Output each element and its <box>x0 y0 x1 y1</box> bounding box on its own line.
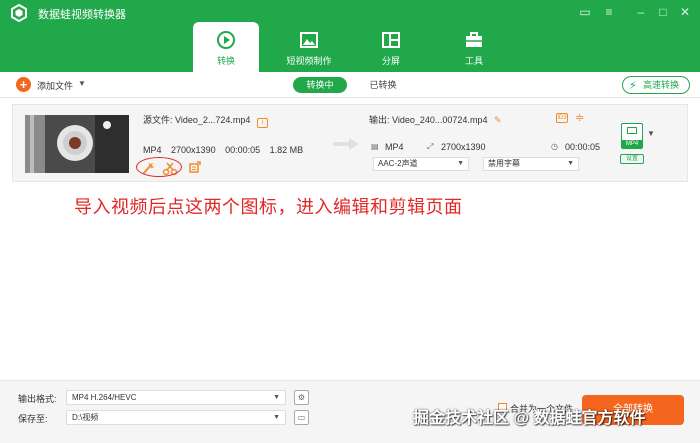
highlight-ellipse <box>136 157 182 177</box>
menu-icon[interactable]: ≡ <box>600 3 618 21</box>
source-label: 源文件: <box>143 115 173 125</box>
source-duration: 00:00:05 <box>225 145 261 155</box>
source-filename: Video_2...724.mp4 <box>175 115 251 125</box>
add-file-button[interactable]: 添加文件 <box>37 79 73 92</box>
output-format-select[interactable]: MP4 H.264/HEVC ▼ <box>66 390 286 405</box>
add-file-icon[interactable]: + <box>16 77 31 92</box>
convert-icon <box>217 31 235 49</box>
app-title: 数据蛙视频转换器 <box>38 9 126 21</box>
tab-converted[interactable]: 已转换 <box>363 77 403 93</box>
save-path-select[interactable]: D:\视频 ▼ <box>66 410 286 425</box>
source-size: 1.82 MB <box>269 145 304 155</box>
toolbar: + 添加文件 ▼ 转换中 已转换 ⚡ 高速转换 <box>0 72 700 98</box>
output-duration: 00:00:05 <box>565 142 601 152</box>
fast-convert-button[interactable]: ⚡ 高速转换 <box>622 76 690 94</box>
chat-icon[interactable]: ▭ <box>576 3 594 21</box>
save-path-value: D:\视频 <box>72 413 99 422</box>
format-settings-icon[interactable]: ⚙ <box>294 390 309 405</box>
tab-converting[interactable]: 转换中 <box>293 77 347 93</box>
info-icon[interactable]: i <box>256 118 268 128</box>
chevron-down-icon[interactable]: ▼ <box>647 129 655 138</box>
video-maker-icon <box>300 32 318 48</box>
ids-icon[interactable]: ID3 <box>556 113 568 123</box>
output-resolution: 2700x1390 <box>441 142 486 152</box>
audio-select-value: AAC-2声道 <box>378 159 418 168</box>
output-label: 输出: <box>369 115 390 125</box>
output-filename: Video_240...00724.mp4 <box>392 115 488 125</box>
resize-icon: ⤢ <box>427 142 434 151</box>
minimize-icon[interactable]: – <box>632 3 650 21</box>
chevron-down-icon[interactable]: ▼ <box>78 79 86 88</box>
format-badge: MP4 <box>622 140 642 148</box>
source-format: MP4 <box>143 145 162 155</box>
tab-split-screen[interactable]: 分屏 <box>358 22 424 72</box>
subtitle-edit-icon[interactable] <box>189 161 201 173</box>
toolbox-icon <box>466 32 482 47</box>
source-file-row: 源文件: Video_2...724.mp4 i <box>143 113 268 128</box>
clock-icon: ◷ <box>551 142 558 151</box>
folder-icon[interactable]: ▭ <box>294 410 309 425</box>
output-file-row: 输出: Video_240...00724.mp4 ✎ <box>369 113 502 126</box>
arrow-right-icon <box>333 138 359 150</box>
tab-tools[interactable]: 工具 <box>441 22 507 72</box>
tab-label: 工具 <box>464 56 483 66</box>
output-format: MP4 <box>385 142 404 152</box>
output-format-icon[interactable]: MP4 <box>621 123 643 149</box>
tab-label: 分屏 <box>381 56 400 66</box>
lightning-icon: ⚡ <box>629 80 637 92</box>
chevron-down-icon: ▼ <box>273 394 280 401</box>
source-meta: MP4 2700x1390 00:00:05 1.82 MB <box>143 145 310 155</box>
output-format-value: MP4 H.264/HEVC <box>72 393 137 402</box>
file-list-item: 源文件: Video_2...724.mp4 i MP4 2700x1390 0… <box>12 104 688 182</box>
chevron-down-icon: ▼ <box>457 160 464 167</box>
split-screen-icon <box>382 32 400 48</box>
source-resolution: 2700x1390 <box>171 145 216 155</box>
maximize-icon[interactable]: □ <box>654 3 672 21</box>
chevron-down-icon: ▼ <box>567 160 574 167</box>
app-logo-icon <box>11 4 27 22</box>
audio-select[interactable]: AAC-2声道 ▼ <box>373 157 469 171</box>
preset-settings-button[interactable]: 设置 <box>620 154 644 164</box>
tutorial-annotation: 导入视频后点这两个图标，进入编辑和剪辑页面 <box>74 197 463 217</box>
tab-label: 转换 <box>216 56 235 66</box>
settings-adjust-icon[interactable]: ≑ <box>575 111 584 124</box>
rename-icon[interactable]: ✎ <box>494 115 502 125</box>
tab-label: 短视频制作 <box>286 56 332 66</box>
tab-convert[interactable]: 转换 <box>193 22 259 72</box>
subtitle-select[interactable]: 禁用字幕 ▼ <box>483 157 579 171</box>
chevron-down-icon: ▼ <box>273 414 280 421</box>
subtitle-select-value: 禁用字幕 <box>488 159 520 168</box>
title-bar: 数据蛙视频转换器 ▭ ≡ – □ ✕ 转换 短视频制作 分屏 工具 <box>0 0 700 72</box>
output-format-label: 输出格式: <box>18 394 57 404</box>
close-icon[interactable]: ✕ <box>676 3 694 21</box>
film-icon: ▤ <box>371 142 379 151</box>
watermark: 掘金技术社区 @ 数据蛙官方软件 <box>413 410 646 427</box>
video-thumbnail[interactable] <box>25 115 129 173</box>
fast-convert-label: 高速转换 <box>643 80 680 90</box>
tab-video-maker[interactable]: 短视频制作 <box>276 22 342 72</box>
save-to-label: 保存至: <box>18 414 48 424</box>
